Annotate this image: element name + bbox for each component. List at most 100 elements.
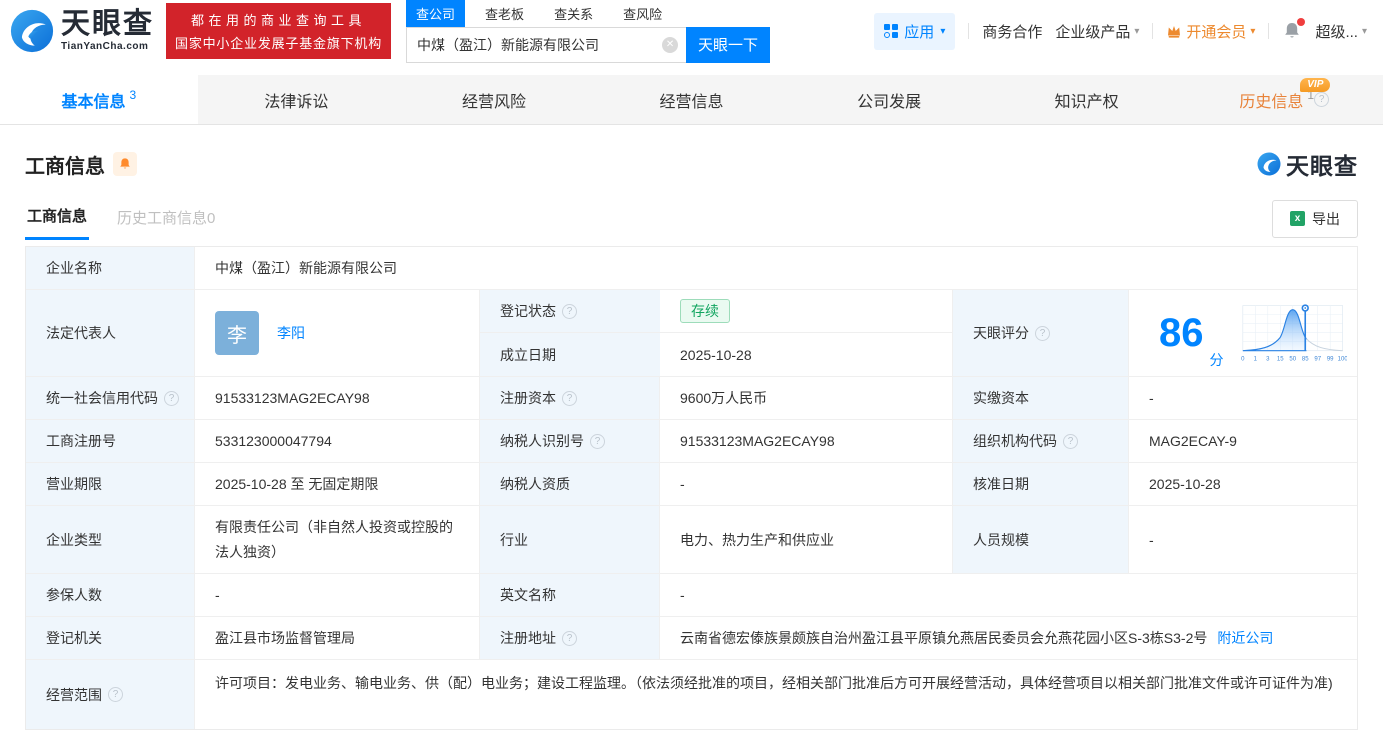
tab-intellectual-property[interactable]: 知识产权 — [988, 75, 1186, 124]
approval-date-value: 2025-10-28 — [1129, 463, 1357, 506]
reg-status-label: 登记状态 — [480, 290, 660, 333]
legal-rep-label: 法定代表人 — [26, 290, 195, 377]
est-date-label: 成立日期 — [480, 333, 660, 376]
svg-text:85: 85 — [1301, 356, 1308, 362]
nearby-companies-link[interactable]: 附近公司 — [1217, 628, 1273, 648]
promo-line1: 都在用的商业查询工具 — [175, 10, 382, 29]
clear-icon[interactable] — [662, 37, 678, 53]
reg-capital-label: 注册资本 — [480, 377, 660, 420]
watermark-logo: 天眼查 — [1257, 147, 1358, 181]
table-row: 企业类型 有限责任公司（非自然人投资或控股的法人独资） 行业 电力、热力生产和供… — [26, 506, 1357, 574]
question-icon[interactable] — [1314, 92, 1329, 107]
search-input[interactable] — [417, 37, 662, 53]
question-icon[interactable] — [1035, 326, 1050, 341]
caret-down-icon — [1250, 26, 1255, 37]
tab-basic-info[interactable]: 基本信息 3 — [0, 75, 198, 124]
section-title: 工商信息 — [25, 150, 105, 179]
tab-operation-info[interactable]: 经营信息 — [593, 75, 791, 124]
username: 超级... — [1315, 21, 1358, 42]
tab-operation-risk[interactable]: 经营风险 — [395, 75, 593, 124]
search-block: 查公司 查老板 查关系 查风险 天眼一下 — [406, 0, 770, 63]
svg-text:15: 15 — [1276, 356, 1283, 362]
question-icon[interactable] — [164, 391, 179, 406]
reg-address-label: 注册地址 — [480, 617, 660, 660]
search-tab-company[interactable]: 查公司 — [406, 0, 465, 27]
org-code-label: 组织机构代码 — [953, 420, 1129, 463]
biz-coop-link[interactable]: 商务合作 — [982, 21, 1042, 42]
brand-name: 天眼查 — [61, 10, 154, 39]
table-row: 经营范围 许可项目：发电业务、输电业务、供（配）电业务；建设工程监理。（依法须经… — [26, 660, 1357, 729]
business-scope-label: 经营范围 — [26, 660, 195, 729]
vip-badge: VIP — [1300, 78, 1330, 92]
subtab-business-info[interactable]: 工商信息 — [25, 197, 89, 240]
divider — [968, 23, 969, 39]
taxpayer-id-label: 纳税人识别号 — [480, 420, 660, 463]
promo-banner[interactable]: 都在用的商业查询工具 国家中小企业发展子基金旗下机构 — [166, 3, 391, 59]
excel-icon — [1290, 211, 1305, 226]
question-icon[interactable] — [590, 434, 605, 449]
org-code-value: MAG2ECAY-9 — [1129, 420, 1357, 463]
staff-size-label: 人员规模 — [953, 506, 1129, 574]
user-account-menu[interactable]: 超级... — [1315, 21, 1367, 42]
monitor-bell-button[interactable] — [113, 152, 137, 176]
header-menu: 应用 商务合作 企业级产品 开通会员 — [874, 13, 1367, 50]
company-type-value: 有限责任公司（非自然人投资或控股的法人独资） — [195, 506, 480, 574]
table-row: 法定代表人 李 李阳 登记状态 存续 成立日期 2025-10-28 天眼评分 — [26, 290, 1357, 377]
tab-company-development[interactable]: 公司发展 — [790, 75, 988, 124]
search-tab-relation[interactable]: 查关系 — [544, 0, 603, 27]
svg-text:3: 3 — [1266, 356, 1270, 362]
logo-icon — [10, 9, 54, 53]
taxpayer-quality-value: - — [660, 463, 953, 506]
open-member-button[interactable]: 开通会员 — [1166, 21, 1255, 42]
reg-number-label: 工商注册号 — [26, 420, 195, 463]
caret-down-icon — [1134, 26, 1139, 37]
table-row: 统一社会信用代码 91533123MAG2ECAY98 注册资本 9600万人民… — [26, 377, 1357, 420]
legal-rep-link[interactable]: 李阳 — [277, 323, 305, 343]
table-row: 登记机关 盈江县市场监督管理局 注册地址 云南省德宏傣族景颇族自治州盈江县平原镇… — [26, 617, 1357, 660]
uscc-value: 91533123MAG2ECAY98 — [195, 377, 480, 420]
reg-number-value: 533123000047794 — [195, 420, 480, 463]
english-name-label: 英文名称 — [480, 574, 660, 617]
apps-menu[interactable]: 应用 — [874, 13, 955, 50]
score-unit: 分 — [1210, 350, 1224, 370]
uscc-label: 统一社会信用代码 — [26, 377, 195, 420]
divider — [1268, 23, 1269, 39]
apps-grid-icon — [884, 24, 898, 38]
promo-line2: 国家中小企业发展子基金旗下机构 — [175, 33, 382, 52]
company-nav-tabs: 基本信息 3 法律诉讼 经营风险 经营信息 公司发展 知识产权 历史信息 1 V… — [0, 75, 1383, 125]
table-row: 企业名称 中煤（盈江）新能源有限公司 — [26, 247, 1357, 290]
notifications-bell[interactable] — [1282, 21, 1302, 41]
subtab-history-business-info[interactable]: 历史工商信息0 — [115, 199, 217, 239]
search-tab-risk[interactable]: 查风险 — [613, 0, 672, 27]
search-tabs: 查公司 查老板 查关系 查风险 — [406, 0, 770, 27]
question-icon[interactable] — [1063, 434, 1078, 449]
business-term-label: 营业期限 — [26, 463, 195, 506]
english-name-value: - — [660, 574, 1357, 617]
est-date-value: 2025-10-28 — [660, 333, 952, 376]
tab-count: 3 — [129, 88, 136, 102]
tianyancha-logo[interactable]: 天眼查 TianYanCha.com — [10, 9, 154, 53]
avatar[interactable]: 李 — [215, 311, 259, 355]
taxpayer-id-value: 91533123MAG2ECAY98 — [660, 420, 953, 463]
table-row: 营业期限 2025-10-28 至 无固定期限 纳税人资质 - 核准日期 202… — [26, 463, 1357, 506]
export-button[interactable]: 导出 — [1272, 200, 1358, 238]
search-button[interactable]: 天眼一下 — [686, 27, 770, 63]
search-tab-boss[interactable]: 查老板 — [475, 0, 534, 27]
company-name-label: 企业名称 — [26, 247, 195, 290]
question-icon[interactable] — [108, 687, 123, 702]
question-icon[interactable] — [562, 631, 577, 646]
table-row: 工商注册号 533123000047794 纳税人识别号 91533123MAG… — [26, 420, 1357, 463]
tab-history-info[interactable]: 历史信息 1 VIP — [1185, 75, 1383, 124]
question-icon[interactable] — [562, 304, 577, 319]
caret-down-icon — [940, 26, 945, 37]
reg-address-value: 云南省德宏傣族景颇族自治州盈江县平原镇允燕居民委员会允燕花园小区S-3栋S3-2… — [660, 617, 1357, 660]
question-icon[interactable] — [562, 391, 577, 406]
business-info-table: 企业名称 中煤（盈江）新能源有限公司 法定代表人 李 李阳 登记状态 存续 成立… — [25, 246, 1358, 730]
svg-text:0: 0 — [1241, 356, 1245, 362]
enterprise-products-menu[interactable]: 企业级产品 — [1055, 21, 1139, 42]
tab-legal-litigation[interactable]: 法律诉讼 — [198, 75, 396, 124]
svg-text:97: 97 — [1314, 356, 1321, 362]
bell-icon — [118, 157, 132, 171]
notification-dot — [1297, 18, 1305, 26]
business-scope-value: 许可项目：发电业务、输电业务、供（配）电业务；建设工程监理。（依法须经批准的项目… — [195, 660, 1357, 729]
